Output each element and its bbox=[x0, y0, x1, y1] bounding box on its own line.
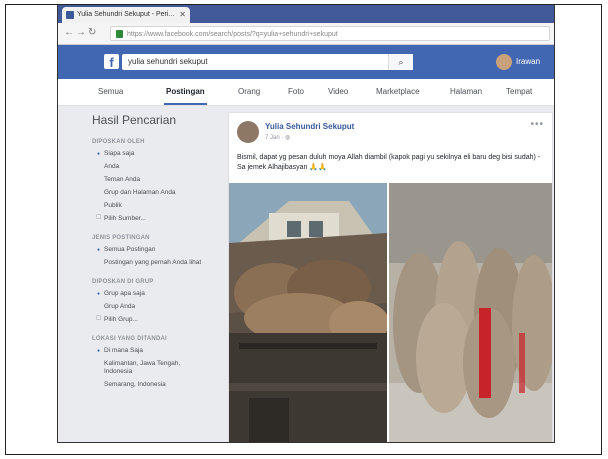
search-filter-tabs: Semua Postingan Orang Foto Video Marketp… bbox=[58, 79, 554, 106]
filter-group-heading: LOKASI YANG DITANDAI bbox=[92, 336, 167, 342]
tab-postingan[interactable]: Postingan bbox=[164, 87, 207, 105]
post-text: Bismil, dapat yg pesan duluh moya Allah … bbox=[237, 154, 541, 171]
profile-link[interactable]: Irawan bbox=[496, 53, 540, 71]
facebook-logo[interactable]: f bbox=[104, 54, 119, 70]
filter-group-heading: JENIS POSTINGAN bbox=[92, 235, 150, 241]
filter-group-heading: DIPOSKAN OLEH bbox=[92, 139, 145, 145]
filter-option[interactable]: Anda bbox=[98, 163, 210, 171]
filter-group-heading: DIPOSKAN DI GRUP bbox=[92, 279, 154, 285]
filter-option[interactable]: Semua Postingan bbox=[97, 246, 210, 254]
tab-marketplace[interactable]: Marketplace bbox=[376, 87, 420, 96]
reload-icon[interactable]: ↻ bbox=[88, 27, 96, 38]
browser-window: Yulia Sehundri Sekuput - Peri... ✕ ← → ↻… bbox=[57, 5, 555, 443]
filter-option[interactable]: Pilih Sumber... bbox=[96, 214, 210, 223]
filter-group: DIPOSKAN DI GRUP Grup apa saja Grup Anda Pi… bbox=[92, 279, 210, 324]
filter-option[interactable]: Siapa saja bbox=[97, 150, 210, 158]
post-photos bbox=[229, 183, 552, 442]
tab-close-icon[interactable]: ✕ bbox=[179, 7, 186, 23]
filter-option[interactable]: Grup Anda bbox=[98, 303, 210, 311]
search-icon[interactable]: ⌕ bbox=[388, 54, 413, 70]
user-name: Irawan bbox=[516, 57, 541, 66]
filter-option[interactable]: Publik bbox=[98, 202, 210, 210]
tab-title: Yulia Sehundri Sekuput - Peri... bbox=[77, 11, 175, 18]
tab-tempat[interactable]: Tempat bbox=[506, 87, 532, 96]
post-timestamp[interactable]: 7 Jan · ◍ bbox=[265, 134, 290, 141]
post-more-options-icon[interactable]: ••• bbox=[530, 119, 544, 130]
post-card: Yulia Sehundri Sekuput 7 Jan · ◍ ••• Bis… bbox=[228, 112, 553, 442]
post-author-avatar[interactable] bbox=[237, 121, 259, 143]
search-input[interactable]: yulia sehundri sekuput bbox=[122, 54, 412, 70]
post-photo-truck-sacks[interactable] bbox=[229, 183, 387, 442]
address-url: https://www.facebook.com/search/posts/?q… bbox=[127, 31, 338, 38]
filter-option[interactable]: Grup dan Halaman Anda bbox=[98, 189, 210, 197]
truck-sacks-illustration bbox=[229, 183, 387, 442]
tab-semua[interactable]: Semua bbox=[98, 87, 123, 96]
filter-option[interactable]: Kalimantan, Jawa Tengah, Indonesia bbox=[98, 360, 210, 376]
post-author-name[interactable]: Yulia Sehundri Sekuput bbox=[265, 122, 354, 131]
browser-tab[interactable]: Yulia Sehundri Sekuput - Peri... ✕ bbox=[62, 7, 190, 23]
tab-video[interactable]: Video bbox=[328, 87, 348, 96]
address-bar[interactable]: https://www.facebook.com/search/posts/?q… bbox=[110, 26, 550, 41]
filter-option[interactable]: Teman Anda bbox=[98, 176, 210, 184]
filter-option[interactable]: Grup apa saja bbox=[97, 290, 210, 298]
tab-orang[interactable]: Orang bbox=[238, 87, 260, 96]
address-bar-row: ← → ↻ https://www.facebook.com/search/po… bbox=[58, 23, 554, 45]
browser-tab-strip: Yulia Sehundri Sekuput - Peri... ✕ bbox=[58, 5, 554, 23]
screenshot-frame: Yulia Sehundri Sekuput - Peri... ✕ ← → ↻… bbox=[5, 4, 602, 455]
avatar bbox=[496, 54, 512, 70]
filter-option[interactable]: Pilih Grup... bbox=[96, 315, 210, 324]
post-photo-sack-piles[interactable] bbox=[389, 183, 552, 442]
forward-arrow-icon[interactable]: → bbox=[76, 27, 86, 38]
filter-group: JENIS POSTINGAN Semua Postingan Postingan … bbox=[92, 235, 210, 267]
facebook-top-bar: f yulia sehundri sekuput ⌕ Irawan bbox=[58, 45, 554, 79]
filter-group: LOKASI YANG DITANDAI Di mana Saja Kalimant… bbox=[92, 336, 210, 389]
back-arrow-icon[interactable]: ← bbox=[64, 27, 74, 38]
post-time: 7 Jan bbox=[265, 135, 280, 141]
filter-option[interactable]: Semarang, Indonesia bbox=[98, 381, 210, 389]
secure-lock-icon bbox=[116, 30, 123, 38]
filter-group: DIPOSKAN OLEH Siapa saja Anda Teman Anda Gru… bbox=[92, 139, 210, 223]
sidebar-title: Hasil Pencarian bbox=[92, 113, 177, 127]
filter-option[interactable]: Di mana Saja bbox=[97, 347, 210, 355]
sack-piles-illustration bbox=[389, 183, 552, 442]
tab-foto[interactable]: Foto bbox=[288, 87, 304, 96]
tab-halaman[interactable]: Halaman bbox=[450, 87, 482, 96]
filter-option[interactable]: Postingan yang pernah Anda lihat bbox=[98, 259, 210, 267]
search-filters-sidebar: Hasil Pencarian DIPOSKAN OLEH Siapa saja A… bbox=[92, 113, 210, 401]
globe-icon: · ◍ bbox=[281, 135, 291, 141]
facebook-favicon-icon bbox=[66, 11, 74, 19]
